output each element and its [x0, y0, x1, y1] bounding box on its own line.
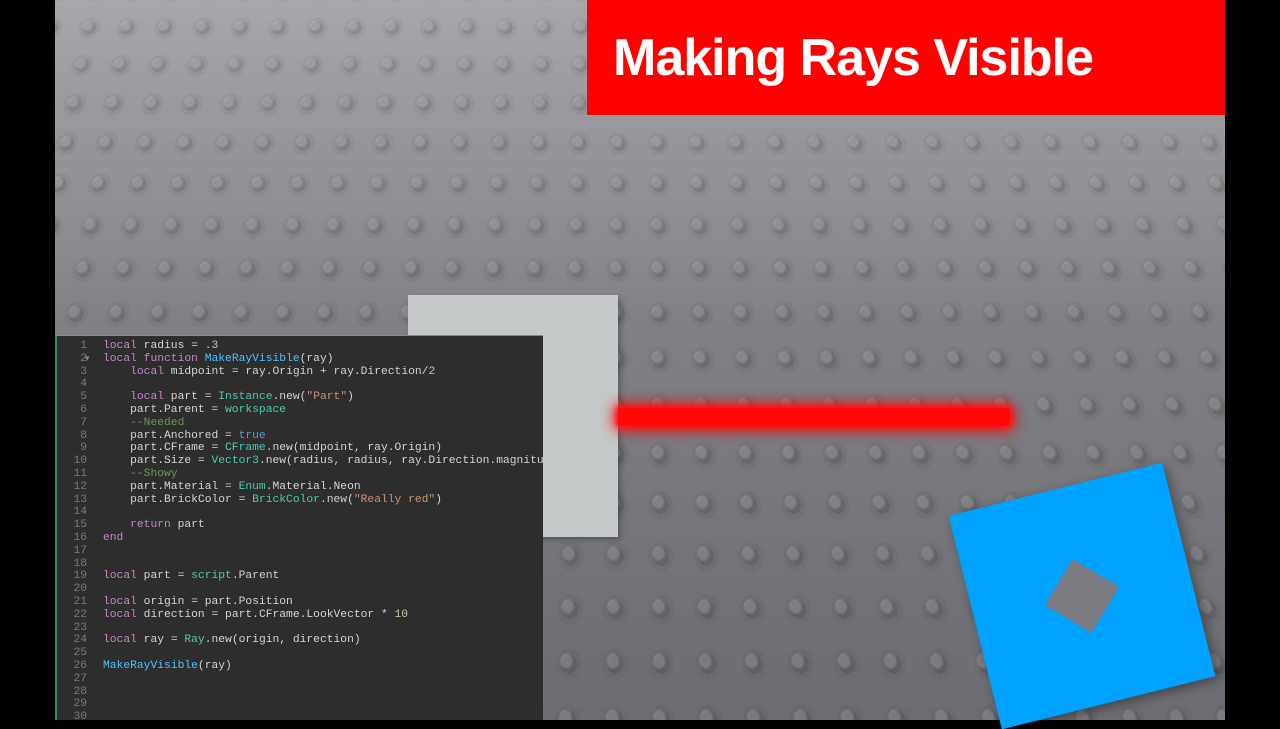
code-line[interactable]: local origin = part.Position: [103, 596, 543, 609]
line-number: 12: [57, 481, 87, 494]
code-line[interactable]: part.Size = Vector3.new(radius, radius, …: [103, 455, 543, 468]
line-number: 28: [57, 686, 87, 699]
line-number: 7: [57, 417, 87, 430]
line-number: 1: [57, 340, 87, 353]
code-line[interactable]: end: [103, 532, 543, 545]
line-number: 19: [57, 570, 87, 583]
code-line[interactable]: [103, 622, 543, 635]
line-number: 21: [57, 596, 87, 609]
line-number: 20: [57, 583, 87, 596]
line-number: 17: [57, 545, 87, 558]
line-number: 24: [57, 634, 87, 647]
code-line[interactable]: --Showy: [103, 468, 543, 481]
code-line[interactable]: local ray = Ray.new(origin, direction): [103, 634, 543, 647]
line-number: 9: [57, 442, 87, 455]
line-number: 2: [57, 353, 87, 366]
code-line[interactable]: [103, 558, 543, 571]
code-line[interactable]: [103, 673, 543, 686]
code-line[interactable]: [103, 698, 543, 711]
line-number: 15: [57, 519, 87, 532]
code-line[interactable]: [103, 583, 543, 596]
script-editor[interactable]: ▾ 12345678910111213141516171819202122232…: [55, 335, 543, 720]
code-line[interactable]: local part = script.Parent: [103, 570, 543, 583]
code-line[interactable]: [103, 711, 543, 720]
logo-cutout: [1045, 559, 1119, 633]
line-number: 8: [57, 430, 87, 443]
line-number: 11: [57, 468, 87, 481]
line-number: 13: [57, 494, 87, 507]
line-number: 5: [57, 391, 87, 404]
line-number: 23: [57, 622, 87, 635]
code-line[interactable]: part.Anchored = true: [103, 430, 543, 443]
code-line[interactable]: MakeRayVisible(ray): [103, 660, 543, 673]
code-line[interactable]: local function MakeRayVisible(ray): [103, 353, 543, 366]
line-number: 4: [57, 378, 87, 391]
fold-chevron-icon[interactable]: ▾: [85, 353, 90, 366]
code-line[interactable]: [103, 647, 543, 660]
code-area[interactable]: local radius = .3local function MakeRayV…: [93, 336, 543, 720]
line-number: 29: [57, 698, 87, 711]
code-line[interactable]: [103, 545, 543, 558]
line-number: 25: [57, 647, 87, 660]
code-line[interactable]: --Needed: [103, 417, 543, 430]
code-line[interactable]: local midpoint = ray.Origin + ray.Direct…: [103, 366, 543, 379]
code-line[interactable]: local direction = part.CFrame.LookVector…: [103, 609, 543, 622]
code-line[interactable]: part.Material = Enum.Material.Neon: [103, 481, 543, 494]
line-number: 6: [57, 404, 87, 417]
line-number: 10: [57, 455, 87, 468]
code-line[interactable]: part.BrickColor = BrickColor.new("Really…: [103, 494, 543, 507]
title-text: Making Rays Visible: [613, 28, 1093, 88]
line-number-gutter: 1234567891011121314151617181920212223242…: [57, 336, 93, 720]
code-line[interactable]: local radius = .3: [103, 340, 543, 353]
code-line[interactable]: local part = Instance.new("Part"): [103, 391, 543, 404]
letterbox-right: [1225, 0, 1280, 720]
line-number: 30: [57, 711, 87, 724]
code-line[interactable]: part.Parent = workspace: [103, 404, 543, 417]
line-number: 26: [57, 660, 87, 673]
ray-beam: [618, 408, 1010, 426]
line-number: 16: [57, 532, 87, 545]
line-number: 18: [57, 558, 87, 571]
line-number: 3: [57, 366, 87, 379]
letterbox-left: [0, 0, 55, 720]
code-line[interactable]: [103, 686, 543, 699]
line-number: 14: [57, 506, 87, 519]
title-banner: Making Rays Visible: [587, 0, 1225, 115]
line-number: 27: [57, 673, 87, 686]
line-number: 22: [57, 609, 87, 622]
code-line[interactable]: return part: [103, 519, 543, 532]
code-line[interactable]: [103, 506, 543, 519]
code-line[interactable]: part.CFrame = CFrame.new(midpoint, ray.O…: [103, 442, 543, 455]
code-line[interactable]: [103, 378, 543, 391]
